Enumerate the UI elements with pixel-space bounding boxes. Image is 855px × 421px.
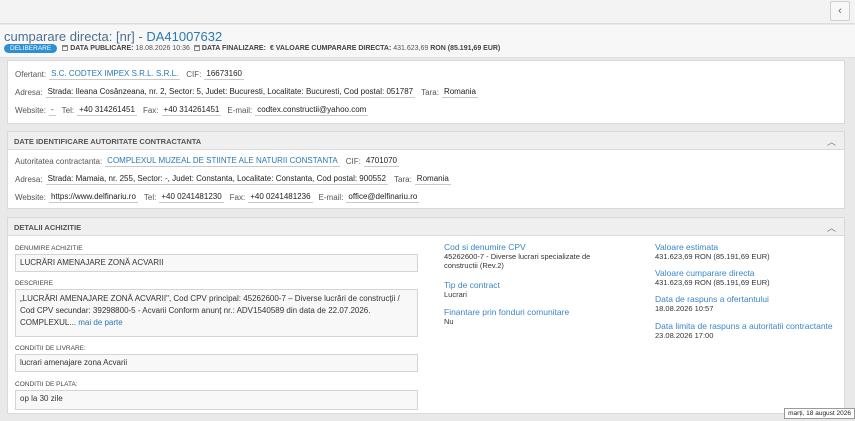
valoare-cumparare-block: Valoare cumparare directa 431.623,69 RON…: [655, 268, 835, 287]
descriere-text: „LUCRĂRI AMENAJARE ZONĂ ACVARII", Cod CP…: [20, 294, 400, 327]
data-finalizare: DATA FINALIZARE:: [193, 45, 266, 52]
descriere-label: DESCRIERE: [15, 280, 53, 287]
meta-line: DELIBERARE DATA PUBLICARE: 18.08.2026 10…: [4, 44, 504, 53]
calendar-icon: [193, 45, 200, 51]
achizitie-panel: DETALII ACHIZITIE ︿ DENUMIRE ACHIZITIE L…: [7, 217, 845, 414]
chevron-left-icon: ‹: [838, 5, 842, 17]
raspuns-autoritate-value: 23.08.2026 17:00: [655, 331, 714, 340]
finantare-label: Finantare prin fonduri comunitare: [444, 307, 570, 317]
raspuns-ofertant-label: Data de raspuns a ofertantului: [655, 294, 769, 304]
denumire-box: LUCRĂRI AMENAJARE ZONĂ ACVARII: [15, 254, 418, 272]
status-badge: DELIBERARE: [4, 44, 58, 53]
autoritate-link[interactable]: COMPLEXUL MUZEAL DE STIINTE ALE NATURII …: [105, 156, 340, 167]
tip-contract-block: Tip de contract Lucrari: [444, 280, 614, 299]
ofertant-row: Ofertant: S.C. CODTEX IMPEX S.R.L. S.R.L…: [15, 69, 244, 80]
tip-contract-label: Tip de contract: [444, 280, 500, 290]
title-prefix: cumparare directa: [nr] -: [4, 29, 147, 44]
achizitie-title: DETALII ACHIZITIE: [14, 223, 82, 232]
data-publicare: DATA PUBLICARE: 18.08.2026 10:36: [62, 45, 190, 52]
livrare-box: lucrari amenajare zona Acvarii: [15, 354, 418, 372]
autoritate-tel: +40 0241481230: [159, 192, 224, 203]
valoare-cumparare-value: 431.623,69 RON (85.191,69 EUR): [655, 278, 770, 287]
autoritate-email: office@delfinariu.ro: [346, 192, 420, 203]
date-tooltip: marți, 18 august 2026: [784, 408, 855, 419]
achizitie-header[interactable]: DETALII ACHIZITIE ︿: [8, 218, 844, 236]
autoritate-adresa-row: Adresa: Strada: Mamaia, nr. 255, Sector:…: [15, 174, 451, 185]
ofertant-panel: Ofertant: S.C. CODTEX IMPEX S.R.L. S.R.L…: [7, 60, 845, 124]
finantare-value: Nu: [444, 317, 454, 326]
raspuns-ofertant-block: Data de raspuns a ofertantului 18.08.202…: [655, 294, 835, 313]
cpv-value: 45262600-7 - Diverse lucrari specializat…: [444, 252, 591, 270]
ofertant-fax: +40 314261451: [161, 105, 222, 116]
ofertant-website: -: [48, 105, 56, 116]
chevron-up-icon[interactable]: ︿: [827, 221, 836, 234]
title-code: DA41007632: [146, 29, 223, 44]
denumire-label: DENUMIRE ACHIZITIE: [15, 245, 83, 252]
autoritate-row: Autoritatea contractanta: COMPLEXUL MUZE…: [15, 156, 399, 167]
valoare-estimata-value: 431.623,69 RON (85.191,69 EUR): [655, 252, 770, 261]
plata-box: op la 30 zile: [15, 390, 418, 410]
tip-contract-value: Lucrari: [444, 290, 467, 299]
ofertant-cif: 16673160: [204, 69, 244, 80]
autoritate-fax: +40 0241481236: [248, 192, 313, 203]
cpv-block: Cod si denumire CPV 45262600-7 - Diverse…: [444, 242, 614, 270]
autoritate-website: https://www.delfinariu.ro: [48, 192, 138, 203]
calendar-icon: [62, 45, 69, 51]
autoritate-cif: 4701070: [363, 156, 399, 167]
raspuns-autoritate-label: Data limita de raspuns a autoritatii con…: [655, 321, 833, 331]
cpv-label: Cod si denumire CPV: [444, 242, 526, 252]
autoritate-panel: DATE IDENTIFICARE AUTORITATE CONTRACTANT…: [7, 131, 845, 209]
ofertant-adresa-row: Adresa: Strada: Ileana Cosânzeana, nr. 2…: [15, 87, 478, 98]
valoare-estimata-label: Valoare estimata: [655, 242, 719, 252]
finantare-block: Finantare prin fonduri comunitare Nu: [444, 307, 614, 326]
top-bar: ‹: [0, 0, 855, 24]
ofertant-link[interactable]: S.C. CODTEX IMPEX S.R.L. S.R.L.: [49, 69, 181, 80]
back-button[interactable]: ‹: [830, 1, 850, 21]
page-title: cumparare directa: [nr] - DA41007632: [4, 29, 222, 44]
valoare-estimata-block: Valoare estimata 431.623,69 RON (85.191,…: [655, 242, 835, 261]
autoritate-header[interactable]: DATE IDENTIFICARE AUTORITATE CONTRACTANT…: [8, 132, 844, 150]
valoare-cumparare-label: Valoare cumparare directa: [655, 268, 755, 278]
ofertant-email: codtex.constructii@yahoo.com: [255, 105, 369, 116]
plata-label: CONDITII DE PLATA:: [15, 381, 78, 388]
ofertant-contact-row: Website: - Tel: +40 314261451 Fax: +40 3…: [15, 105, 369, 116]
autoritate-tara: Romania: [414, 174, 451, 185]
autoritate-adresa: Strada: Mamaia, nr. 255, Sector: -, Jude…: [45, 174, 388, 185]
autoritate-contact-row: Website: https://www.delfinariu.ro Tel: …: [15, 192, 420, 203]
title-bar: cumparare directa: [nr] - DA41007632 DEL…: [0, 25, 855, 58]
livrare-label: CONDITII DE LIVRARE:: [15, 345, 86, 352]
raspuns-ofertant-value: 18.08.2026 10:57: [655, 304, 714, 313]
mai-departe-link[interactable]: mai de parte: [78, 318, 122, 327]
valoare-cumparare: € VALOARE CUMPARARE DIRECTA: 431.623,69 …: [269, 45, 501, 52]
descriere-box: „LUCRĂRI AMENAJARE ZONĂ ACVARII", Cod CP…: [15, 289, 418, 337]
ofertant-adresa: Strada: Ileana Cosânzeana, nr. 2, Sector…: [45, 87, 416, 98]
ofertant-tel: +40 314261451: [77, 105, 137, 116]
chevron-up-icon[interactable]: ︿: [827, 135, 836, 148]
ofertant-tara: Romania: [441, 87, 478, 98]
raspuns-autoritate-block: Data limita de raspuns a autoritatii con…: [655, 321, 835, 340]
autoritate-title: DATE IDENTIFICARE AUTORITATE CONTRACTANT…: [14, 137, 202, 146]
